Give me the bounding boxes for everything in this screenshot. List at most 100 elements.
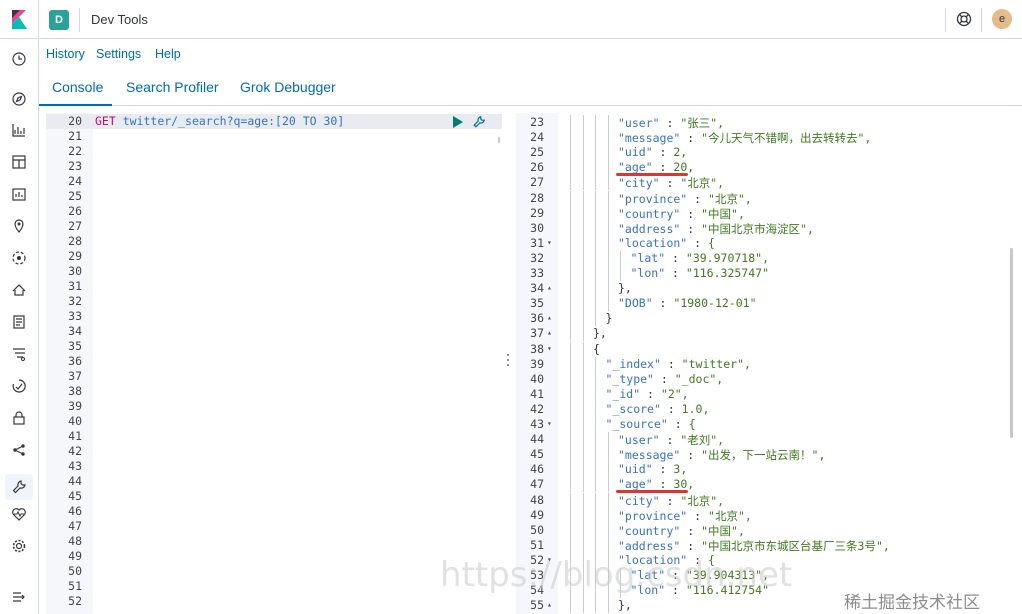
siem-icon[interactable] (11, 410, 27, 426)
response-code-line: "_id" : "2", (605, 386, 689, 401)
request-editor[interactable]: 20 21 22 23 24 25 26 27 28 29 30 31 32 33 34 35 36 37 38 39… (46, 113, 502, 614)
response-code-line: "user" : "老刘", (618, 433, 725, 448)
discover-icon[interactable] (11, 91, 27, 107)
tab-grok-debugger[interactable]: Grok Debugger (240, 79, 336, 95)
fold-toggle-icon[interactable]: ▴ (547, 283, 552, 292)
indent-guide (582, 160, 584, 176)
indent-guide (607, 462, 609, 478)
fold-toggle-icon[interactable]: ▾ (547, 238, 552, 247)
indent-guide (570, 175, 571, 191)
dev-tools-nav-item[interactable] (5, 474, 33, 500)
indent-guide (607, 115, 609, 131)
request-line-number: 48 (68, 534, 82, 548)
indent-guide (607, 235, 609, 251)
management-icon[interactable] (11, 538, 27, 554)
response-code-line: "city" : "北京", (618, 176, 725, 191)
response-line-number: 40 (530, 371, 544, 386)
response-code-line: }, (618, 281, 632, 296)
response-line-number: 55 (530, 598, 544, 613)
indent-guide (582, 115, 584, 131)
fold-toggle-icon[interactable]: ▾ (547, 344, 552, 353)
indent-guide (595, 205, 596, 221)
indent-guide (582, 386, 584, 402)
settings-link[interactable]: Settings (96, 47, 141, 61)
indent-guide (570, 507, 571, 523)
maps-icon[interactable] (11, 218, 27, 234)
request-line-number: 45 (68, 489, 82, 503)
request-line-number: 38 (68, 384, 82, 398)
indent-guide (595, 115, 596, 131)
indent-guide (595, 462, 596, 478)
indent-guide (595, 568, 596, 584)
monitoring-icon[interactable] (11, 506, 27, 522)
indent-guide (582, 371, 584, 387)
request-line-number: 22 (68, 144, 82, 158)
request-line-number: 24 (68, 174, 82, 188)
infrastructure-icon[interactable] (11, 282, 27, 298)
indent-guide (570, 447, 571, 463)
tab-search-profiler[interactable]: Search Profiler (126, 79, 219, 95)
indent-guide (582, 432, 584, 448)
ml-icon[interactable] (11, 250, 27, 266)
response-line-number: 27 (530, 175, 544, 190)
scrollbar[interactable] (1010, 248, 1013, 438)
response-line-number: 45 (530, 447, 544, 462)
response-viewer[interactable]: 23 "user" : "张三", 24 "message" : "今儿天气不错啊，出… (516, 113, 1022, 614)
response-line-number: 51 (530, 537, 544, 552)
request-line-number: 25 (68, 189, 82, 203)
fold-toggle-icon[interactable]: ▴ (547, 600, 552, 609)
indent-guide (607, 447, 609, 463)
request-line-number: 49 (68, 549, 82, 563)
indent-guide (607, 145, 609, 161)
request-line-number: 20 (68, 114, 82, 128)
indent-guide (570, 160, 571, 176)
request-line-number: 44 (68, 474, 82, 488)
indent-guide (570, 462, 571, 478)
tab-console[interactable]: Console (52, 79, 103, 95)
pane-resizer[interactable] (503, 350, 513, 370)
indent-guide (595, 266, 596, 282)
response-line-number: 43 (530, 417, 544, 431)
canvas-icon[interactable] (11, 186, 27, 202)
request-line-number: 42 (68, 444, 82, 458)
response-line-number: 41 (530, 386, 544, 401)
dashboard-icon[interactable] (11, 154, 27, 170)
recent-icon[interactable] (11, 51, 27, 67)
help-icon[interactable] (956, 11, 972, 27)
indent-guide (582, 447, 584, 463)
request-line[interactable]: GET twitter/_search?q=age:[20 TO 30] (95, 114, 344, 128)
response-line-number: 32 (530, 250, 544, 265)
indent-guide (582, 175, 584, 191)
uptime-icon[interactable] (11, 378, 27, 394)
response-line-number: 44 (530, 432, 544, 447)
user-avatar[interactable]: e (992, 9, 1012, 29)
history-link[interactable]: History (46, 47, 85, 61)
wrench-icon[interactable] (472, 115, 486, 129)
response-line-number: 34 (530, 281, 544, 296)
graph-icon[interactable] (11, 442, 27, 458)
fold-toggle-icon[interactable]: ▾ (547, 555, 552, 564)
indent-guide (607, 432, 609, 448)
fold-toggle-icon[interactable]: ▾ (547, 419, 552, 428)
request-line-number: 37 (68, 369, 82, 383)
kibana-logo[interactable] (0, 0, 39, 39)
response-code-line: "province" : "北京", (618, 191, 752, 206)
space-avatar[interactable]: D (49, 10, 69, 30)
indent-guide (582, 250, 584, 266)
indent-guide (607, 552, 609, 568)
play-icon[interactable] (452, 116, 464, 128)
collapse-nav-icon[interactable] (11, 589, 27, 605)
indent-guide (570, 522, 571, 538)
fold-toggle-icon[interactable]: ▴ (547, 328, 552, 337)
logs-icon[interactable] (11, 314, 27, 330)
visualize-icon[interactable] (11, 122, 27, 138)
response-code-line: "_source" : { (605, 417, 696, 431)
response-line-number: 39 (530, 356, 544, 371)
apm-icon[interactable] (11, 346, 27, 362)
indent-guide (582, 583, 584, 599)
fold-toggle-icon[interactable]: ▴ (547, 313, 552, 322)
indent-guide (582, 311, 584, 327)
help-link[interactable]: Help (155, 47, 181, 61)
request-method: GET (95, 114, 116, 128)
response-line-number: 30 (530, 220, 544, 235)
